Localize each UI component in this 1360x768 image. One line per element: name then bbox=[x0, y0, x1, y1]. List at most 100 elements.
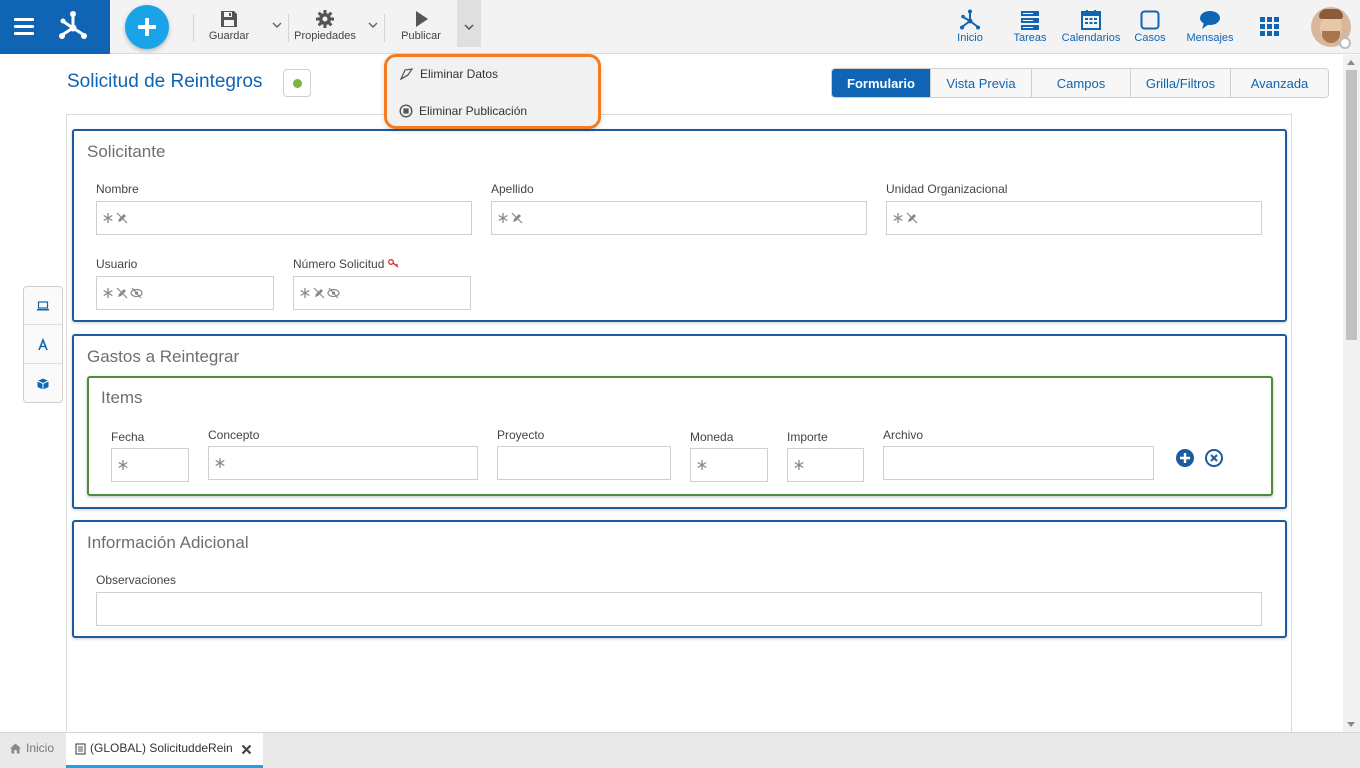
publish-button[interactable]: Publicar bbox=[398, 9, 444, 45]
document-icon bbox=[75, 743, 86, 755]
properties-options-caret[interactable] bbox=[366, 18, 382, 34]
numero-solicitud-label-text: Número Solicitud bbox=[293, 257, 385, 271]
avatar-beard bbox=[1322, 31, 1340, 43]
remove-row-icon[interactable] bbox=[1204, 448, 1224, 468]
field-label-usuario: Usuario bbox=[96, 257, 138, 271]
save-button[interactable]: Guardar bbox=[207, 9, 251, 45]
key-icon bbox=[387, 259, 399, 268]
avatar-hair bbox=[1319, 9, 1343, 19]
moneda-field[interactable] bbox=[690, 448, 768, 482]
grid-title: Items bbox=[101, 388, 143, 407]
panel-solicitante[interactable]: Solicitante Nombre Apellido Unidad Organ… bbox=[72, 129, 1287, 322]
tab-grilla-filtros[interactable]: Grilla/Filtros bbox=[1130, 69, 1230, 97]
properties-button[interactable]: Propiedades bbox=[293, 9, 357, 45]
font-icon bbox=[38, 337, 48, 350]
panel-title: Gastos a Reintegrar bbox=[87, 347, 240, 366]
pencil-slash-icon bbox=[313, 287, 325, 299]
nav-casos-label: Casos bbox=[1134, 32, 1166, 44]
menu-item-eliminar-publicacion[interactable]: Eliminar Publicación bbox=[399, 102, 527, 120]
toolbar-divider bbox=[384, 14, 385, 42]
numero-solicitud-field[interactable] bbox=[293, 276, 471, 310]
tasks-icon bbox=[1021, 11, 1039, 30]
scrollbar-thumb[interactable] bbox=[1346, 70, 1357, 340]
column-label-moneda: Moneda bbox=[690, 430, 734, 444]
tab-formulario[interactable]: Formulario bbox=[832, 69, 930, 97]
presence-status-dot bbox=[1339, 37, 1351, 49]
publish-dropdown-menu: Eliminar Datos Eliminar Publicación bbox=[384, 54, 601, 129]
panel-informacion-adicional[interactable]: Información Adicional Observaciones bbox=[72, 520, 1287, 638]
apellido-field[interactable] bbox=[491, 201, 867, 235]
tab-campos[interactable]: Campos bbox=[1031, 69, 1130, 97]
required-asterisk-icon bbox=[103, 213, 113, 223]
concepto-field[interactable] bbox=[208, 446, 478, 480]
nav-calendarios[interactable]: Calendarios bbox=[1060, 8, 1122, 44]
pencil-slash-icon bbox=[511, 212, 523, 224]
importe-field[interactable] bbox=[787, 448, 864, 482]
scroll-down-arrow-icon[interactable] bbox=[1347, 722, 1355, 727]
top-toolbar: Guardar Propiedades Publicar Inicio Tare… bbox=[0, 0, 1360, 54]
square-icon bbox=[1140, 10, 1160, 30]
logo-icon[interactable] bbox=[56, 9, 90, 43]
page-title: Solicitud de Reintegros bbox=[67, 71, 263, 92]
field-label-numero-solicitud: Número Solicitud bbox=[293, 257, 399, 271]
required-asterisk-icon bbox=[697, 460, 707, 470]
archivo-field[interactable] bbox=[883, 446, 1154, 480]
nav-mensajes[interactable]: Mensajes bbox=[1184, 8, 1236, 44]
tab-avanzada[interactable]: Avanzada bbox=[1230, 69, 1328, 97]
nav-casos[interactable]: Casos bbox=[1132, 8, 1168, 44]
required-asterisk-icon bbox=[498, 213, 508, 223]
nav-tareas-label: Tareas bbox=[1013, 32, 1047, 44]
required-asterisk-icon bbox=[893, 213, 903, 223]
column-label-importe: Importe bbox=[787, 430, 828, 444]
network-icon bbox=[960, 9, 980, 30]
add-button[interactable] bbox=[125, 5, 169, 49]
component-tool[interactable] bbox=[24, 365, 62, 403]
menu-item-eliminar-datos[interactable]: Eliminar Datos bbox=[399, 65, 498, 83]
toolbar-divider bbox=[193, 14, 194, 42]
laptop-tool[interactable] bbox=[24, 287, 62, 325]
add-row-icon[interactable] bbox=[1175, 448, 1195, 468]
apps-grid-icon[interactable] bbox=[1260, 17, 1280, 37]
proyecto-field[interactable] bbox=[497, 446, 671, 480]
required-asterisk-icon bbox=[794, 460, 804, 470]
view-tabs: Formulario Vista Previa Campos Grilla/Fi… bbox=[831, 68, 1329, 98]
stop-circle-icon bbox=[399, 104, 413, 118]
field-label-apellido: Apellido bbox=[491, 182, 534, 196]
eye-slash-icon bbox=[327, 287, 340, 299]
text-tool[interactable] bbox=[24, 326, 62, 364]
floppy-disk-icon bbox=[221, 11, 237, 27]
publish-options-caret[interactable] bbox=[457, 0, 481, 47]
observaciones-field[interactable] bbox=[96, 592, 1262, 626]
pencil-slash-icon bbox=[116, 287, 128, 299]
status-indicator[interactable] bbox=[283, 69, 311, 97]
fecha-field[interactable] bbox=[111, 448, 189, 482]
column-label-concepto: Concepto bbox=[208, 428, 260, 442]
unidad-organizacional-field[interactable] bbox=[886, 201, 1262, 235]
items-grid[interactable]: Items Fecha Concepto Proyecto Moneda Imp… bbox=[87, 376, 1273, 496]
usuario-field[interactable] bbox=[96, 276, 274, 310]
panel-title: Solicitante bbox=[87, 142, 166, 161]
nav-calendarios-label: Calendarios bbox=[1061, 32, 1121, 44]
eye-slash-icon bbox=[130, 287, 143, 299]
panel-gastos-a-reintegrar[interactable]: Gastos a Reintegrar Items Fecha Concepto… bbox=[72, 334, 1287, 509]
nombre-field[interactable] bbox=[96, 201, 472, 235]
cube-icon bbox=[37, 378, 49, 390]
bottom-tab-label: Inicio bbox=[26, 741, 55, 755]
bottom-tab-open-form[interactable]: (GLOBAL) SolicituddeRein bbox=[66, 733, 263, 768]
nav-tareas[interactable]: Tareas bbox=[1010, 8, 1050, 44]
tab-vista-previa[interactable]: Vista Previa bbox=[930, 69, 1031, 97]
bottom-tab-inicio[interactable]: Inicio bbox=[9, 741, 54, 755]
form-canvas: Solicitante Nombre Apellido Unidad Organ… bbox=[66, 114, 1292, 744]
hamburger-menu-icon[interactable] bbox=[14, 18, 34, 35]
nav-inicio[interactable]: Inicio bbox=[950, 8, 990, 44]
close-icon[interactable] bbox=[241, 744, 252, 755]
nav-inicio-label: Inicio bbox=[957, 32, 983, 44]
scroll-up-arrow-icon[interactable] bbox=[1347, 60, 1355, 65]
laptop-icon bbox=[37, 300, 49, 310]
menu-item-label: Eliminar Publicación bbox=[419, 104, 528, 118]
chevron-down-icon bbox=[368, 22, 378, 29]
vertical-scrollbar[interactable] bbox=[1343, 55, 1360, 732]
field-label-observaciones: Observaciones bbox=[96, 573, 177, 587]
save-options-caret[interactable] bbox=[270, 18, 286, 34]
chat-bubble-icon bbox=[1200, 11, 1220, 29]
